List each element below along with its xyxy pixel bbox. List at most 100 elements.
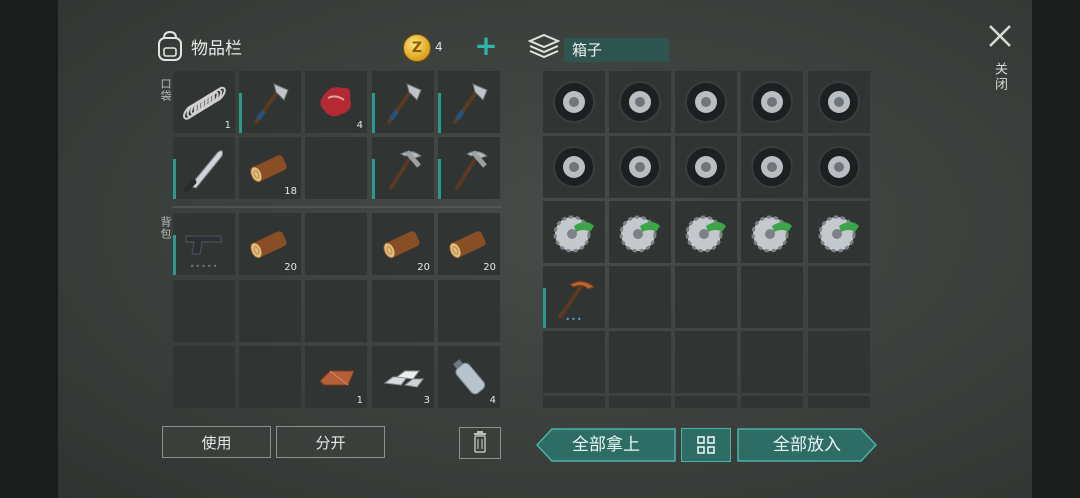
hatchet-icon [387,83,422,124]
box-slot[interactable] [808,201,870,263]
coin-icon: Z [403,34,431,62]
box-slot[interactable] [808,331,870,393]
machete-icon [183,150,223,192]
inventory-slot[interactable]: 1 [305,346,367,408]
box-slot[interactable] [808,396,870,408]
take-all-button[interactable]: 全部拿上 [536,428,676,462]
inventory-slot[interactable]: 20 [372,213,434,275]
trash-button[interactable] [459,427,501,459]
box-slot[interactable] [543,71,605,133]
inventory-slot[interactable]: 4 [438,346,500,408]
inventory-slot[interactable] [372,280,434,342]
left-margin [0,0,58,498]
box-slot[interactable] [741,266,803,328]
pistol-icon [185,235,223,255]
box-slot[interactable] [741,396,803,408]
tire-icon [818,146,860,188]
log-icon [449,231,486,259]
inventory-slot[interactable]: 1 [173,71,235,133]
box-slot[interactable] [675,396,737,408]
item-count: 1 [356,395,363,406]
item-count: 20 [417,262,430,273]
hatchet-icon [453,83,488,124]
add-coins-button[interactable]: + [474,32,498,60]
tire-icon [685,146,727,188]
inventory-slot[interactable]: 20 [438,213,500,275]
box-slot[interactable] [609,266,671,328]
inventory-slot[interactable] [305,137,367,199]
box-slot[interactable] [741,331,803,393]
box-slot[interactable] [808,266,870,328]
item-count: 20 [483,262,496,273]
close-button[interactable]: 关闭 [990,62,1009,92]
box-icon [527,33,561,59]
tire-icon [619,81,661,123]
inventory-slot[interactable] [305,280,367,342]
tire-icon [751,146,793,188]
inventory-slot[interactable] [438,137,500,199]
inventory-slot[interactable] [239,71,301,133]
close-icon[interactable] [986,22,1014,50]
box-slot[interactable] [675,201,737,263]
inventory-slot[interactable] [173,346,235,408]
inventory-slot[interactable] [305,213,367,275]
box-slot[interactable] [675,331,737,393]
plastic-bottle-icon [453,359,486,395]
box-slot[interactable] [609,71,671,133]
inventory-slot[interactable] [372,137,434,199]
item-count: 3 [423,395,430,406]
inventory-slot[interactable] [372,71,434,133]
spring-icon [183,86,226,120]
box-slot[interactable] [543,396,605,408]
inventory-slot[interactable] [239,280,301,342]
inventory-slot[interactable]: 20 [239,213,301,275]
box-slot[interactable] [675,266,737,328]
split-button[interactable]: 分开 [276,426,385,458]
put-all-button[interactable]: 全部放入 [737,428,877,462]
use-button[interactable]: 使用 [162,426,271,458]
durability-bar [438,159,441,199]
saw-blade-icon [553,215,594,253]
box-slot[interactable] [675,71,737,133]
durability-bar [372,93,375,133]
box-header [527,32,561,62]
saw-blade-icon [751,215,792,253]
tire-icon [751,81,793,123]
inventory-slot[interactable] [173,280,235,342]
box-slot[interactable] [609,331,671,393]
saw-blade-icon [619,215,660,253]
tire-icon [553,146,595,188]
sort-button[interactable] [681,428,731,462]
item-count: 1 [224,120,231,131]
box-slot[interactable] [543,201,605,263]
box-slot[interactable] [808,71,870,133]
inventory-slot[interactable] [438,71,500,133]
box-slot[interactable] [543,331,605,393]
grid-icon [697,436,715,454]
inventory-slot[interactable]: 3 [372,346,434,408]
inventory-slot[interactable]: 18 [239,137,301,199]
coin-count: 4 [435,40,443,54]
inventory-slot[interactable]: 4 [305,71,367,133]
tire-icon [818,81,860,123]
pickaxe-icon [389,150,423,190]
item-count: 4 [356,120,363,131]
box-slot[interactable] [543,136,605,198]
inventory-slot[interactable] [173,137,235,199]
box-slot[interactable] [741,136,803,198]
charge-dots: ••••• [189,262,219,271]
box-slot[interactable] [609,201,671,263]
inventory-slot[interactable] [438,280,500,342]
copper-pickaxe-icon [558,281,596,319]
box-slot[interactable] [609,136,671,198]
log-icon [250,155,287,183]
box-slot[interactable] [741,201,803,263]
raw-meat-icon [320,87,351,117]
inventory-slot[interactable] [239,346,301,408]
box-slot[interactable] [675,136,737,198]
box-slot[interactable] [741,71,803,133]
box-slot[interactable]: ••• [543,266,605,328]
box-slot[interactable] [609,396,671,408]
inventory-slot[interactable]: ••••• [173,213,235,275]
box-slot[interactable] [808,136,870,198]
